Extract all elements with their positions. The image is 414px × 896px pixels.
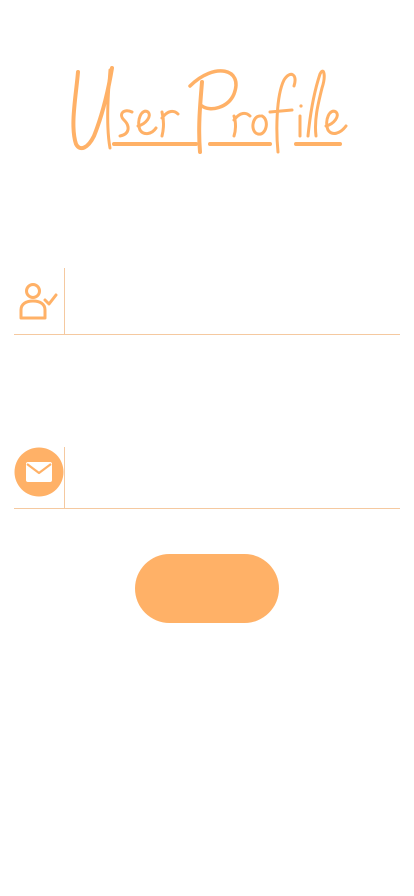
user-profile-title-logo: [64, 56, 354, 166]
user-check-icon: [14, 278, 64, 324]
name-field-row: [14, 268, 400, 335]
envelope-icon: [14, 447, 64, 497]
email-field-divider: [64, 447, 65, 508]
email-field-row: [14, 447, 400, 509]
name-input[interactable]: [76, 276, 394, 328]
name-field-divider: [64, 268, 65, 334]
user-profile-script-title: [71, 66, 348, 154]
email-input[interactable]: [76, 455, 394, 502]
submit-button[interactable]: [135, 554, 279, 623]
